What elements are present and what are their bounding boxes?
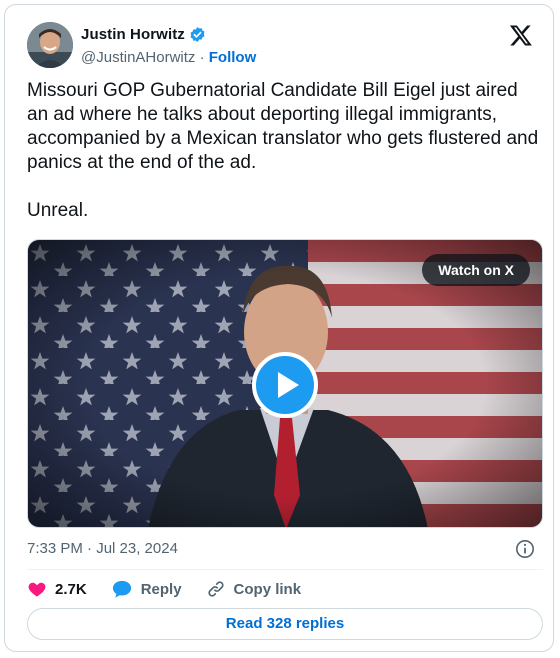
reply-button[interactable]: Reply [111, 579, 182, 599]
author-handle-row: @JustinAHorwitz · Follow [81, 49, 256, 66]
heart-icon [28, 582, 46, 597]
watch-on-x-button[interactable]: Watch on X [422, 254, 530, 286]
tweet-card: Justin Horwitz @JustinAHorwitz · Follow … [4, 4, 554, 652]
author-name[interactable]: Justin Horwitz [81, 26, 185, 43]
follow-button[interactable]: Follow [209, 49, 257, 66]
copy-link-button[interactable]: Copy link [206, 579, 302, 599]
read-replies-button[interactable]: Read 328 replies [27, 608, 543, 640]
handle-separator: · [199, 49, 205, 66]
tweet-text: Missouri GOP Gubernatorial Candidate Bil… [27, 79, 542, 223]
author-name-row: Justin Horwitz [81, 26, 206, 43]
likes-count: 2.7K [55, 580, 87, 598]
verified-badge-icon [190, 27, 205, 42]
link-icon [207, 581, 224, 597]
action-bar: 2.7K Reply Copy link [27, 577, 325, 601]
reply-label: Reply [140, 580, 182, 598]
copy-link-label: Copy link [233, 580, 302, 598]
tweet-timestamp[interactable]: 7:33 PM · Jul 23, 2024 [27, 540, 178, 557]
tweet-paragraph: Missouri GOP Gubernatorial Candidate Bil… [27, 80, 539, 173]
reply-bubble-icon [112, 580, 131, 598]
video-thumbnail[interactable]: Watch on X [27, 239, 543, 528]
play-icon[interactable] [252, 352, 318, 418]
divider [27, 569, 543, 570]
like-button[interactable]: 2.7K [27, 579, 87, 599]
author-handle[interactable]: @JustinAHorwitz [81, 49, 195, 66]
tweet-paragraph: Unreal. [27, 200, 89, 221]
avatar[interactable] [27, 22, 73, 68]
info-icon[interactable] [515, 539, 535, 559]
x-logo-icon[interactable] [509, 23, 533, 47]
